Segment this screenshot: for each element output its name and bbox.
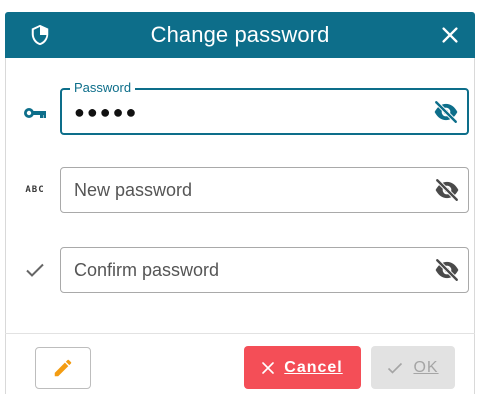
new-password-placeholder: New password: [74, 180, 193, 200]
change-password-dialog: Change password Password ●●●●● ABC New p…: [0, 0, 480, 394]
ok-label: OK: [413, 358, 439, 376]
confirm-password-row: Confirm password: [0, 247, 480, 297]
dialog-titlebar: Change password: [5, 12, 475, 58]
footer-divider: [5, 333, 475, 334]
password-value: ●●●●●: [74, 102, 139, 122]
visibility-off-icon[interactable]: [434, 257, 460, 283]
check-icon: [387, 362, 403, 374]
check-icon: [22, 257, 48, 283]
close-icon: [262, 361, 275, 374]
visibility-off-icon[interactable]: [433, 99, 459, 125]
cancel-button[interactable]: Cancel: [244, 346, 361, 389]
confirm-password-placeholder: Confirm password: [74, 260, 220, 280]
password-row: Password ●●●●●: [0, 80, 480, 138]
close-icon[interactable]: [439, 24, 461, 46]
visibility-off-icon[interactable]: [434, 177, 460, 203]
new-password-row: ABC New password: [0, 167, 480, 217]
confirm-password-field[interactable]: Confirm password: [60, 247, 469, 293]
pencil-icon: [54, 359, 72, 377]
edit-button[interactable]: [35, 347, 91, 389]
cancel-label: Cancel: [284, 358, 343, 376]
key-icon: [22, 100, 48, 126]
abc-icon: ABC: [25, 185, 45, 195]
dialog-title: Change password: [150, 22, 330, 47]
ok-button[interactable]: OK: [371, 346, 455, 389]
password-field[interactable]: Password ●●●●●: [60, 80, 469, 135]
new-password-field[interactable]: New password: [60, 167, 469, 213]
